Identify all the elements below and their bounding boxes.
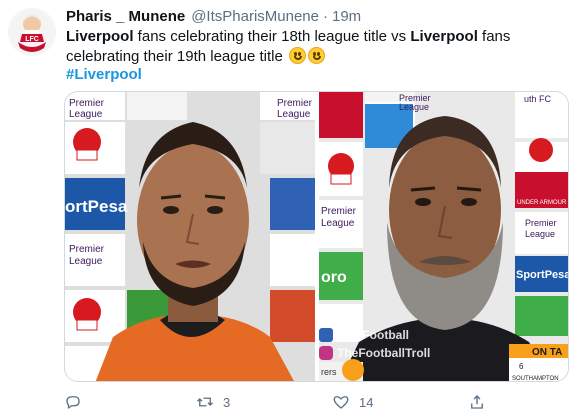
tweet-text: Liverpool fans celebrating their 18th le… bbox=[66, 27, 571, 67]
share-button[interactable] bbox=[468, 390, 486, 414]
tweet-card[interactable]: LFC Pharis _ Munene @ItsPharisMunene · 19m … bbox=[0, 0, 583, 417]
board-league-2: League bbox=[69, 256, 103, 267]
text-segment-2: fans celebrating their 18th league title… bbox=[133, 28, 411, 45]
board-oro: oro bbox=[321, 269, 347, 286]
heart-icon bbox=[333, 396, 349, 409]
board-league-1: League bbox=[69, 109, 103, 120]
board-premier-r2: Premier bbox=[321, 206, 357, 217]
badge-on-tap: ON TA bbox=[532, 347, 562, 358]
hashtag-link[interactable]: #Liverpool bbox=[66, 66, 142, 83]
board-league-3: League bbox=[277, 109, 311, 120]
lfc-avatar-image: LFC bbox=[8, 8, 56, 56]
watermark-trollfootball: TrollFootball bbox=[337, 328, 409, 342]
board-rers: rers bbox=[321, 367, 337, 377]
reply-icon bbox=[66, 396, 80, 409]
board-league-r2: League bbox=[321, 218, 355, 229]
timestamp[interactable]: 19m bbox=[332, 8, 361, 25]
board-sportpesa-r: SportPesa bbox=[516, 269, 569, 281]
tweet-media[interactable]: Premier League ortPesa Premier League Pr… bbox=[64, 91, 569, 382]
display-name[interactable]: Pharis _ Munene bbox=[66, 8, 185, 25]
text-bold-liverpool-1: Liverpool bbox=[66, 28, 134, 45]
board-south-fc: uth FC bbox=[524, 94, 552, 104]
user-handle[interactable]: @ItsPharisMunene bbox=[191, 8, 319, 25]
board-premier-r3: Premier bbox=[525, 218, 557, 228]
board-premier-1: Premier bbox=[69, 98, 105, 109]
share-icon bbox=[471, 395, 483, 409]
like-button[interactable]: 14 bbox=[332, 390, 373, 414]
right-photo-image: Premier League uth FC Premier League UND… bbox=[319, 92, 569, 382]
board-premier-3: Premier bbox=[277, 98, 313, 109]
left-photo[interactable]: Premier League ortPesa Premier League Pr… bbox=[65, 92, 315, 381]
retweet-icon bbox=[197, 397, 213, 407]
like-count: 14 bbox=[359, 394, 374, 410]
board-under-armour: UNDER ARMOUR bbox=[517, 200, 567, 206]
board-premier-2: Premier bbox=[69, 244, 105, 255]
right-photo[interactable]: Premier League uth FC Premier League UND… bbox=[319, 92, 569, 382]
tweet-actions: 3 14 bbox=[64, 390, 504, 414]
left-photo-image: Premier League ortPesa Premier League Pr… bbox=[65, 92, 315, 381]
reply-button[interactable] bbox=[64, 390, 82, 414]
text-bold-liverpool-2: Liverpool bbox=[410, 28, 478, 45]
badge-number: 6 bbox=[519, 362, 524, 371]
avatar[interactable]: LFC bbox=[8, 8, 56, 56]
badge-southampton: SOUTHAMPTON bbox=[512, 376, 559, 382]
grinning-face-icon bbox=[288, 47, 306, 64]
retweet-count: 3 bbox=[223, 394, 231, 410]
board-league-r1: League bbox=[399, 102, 429, 112]
board-sportpesa: ortPesa bbox=[65, 197, 128, 216]
retweet-button[interactable]: 3 bbox=[196, 390, 230, 414]
board-league-r3: League bbox=[525, 229, 555, 239]
watermark-thefootballtroll: TheFootballTroll bbox=[337, 346, 430, 360]
grinning-face-icon bbox=[307, 47, 325, 64]
tweet-header: Pharis _ Munene @ItsPharisMunene · 19m bbox=[66, 8, 361, 25]
separator-dot: · bbox=[323, 8, 328, 25]
avatar-text: LFC bbox=[25, 36, 39, 43]
